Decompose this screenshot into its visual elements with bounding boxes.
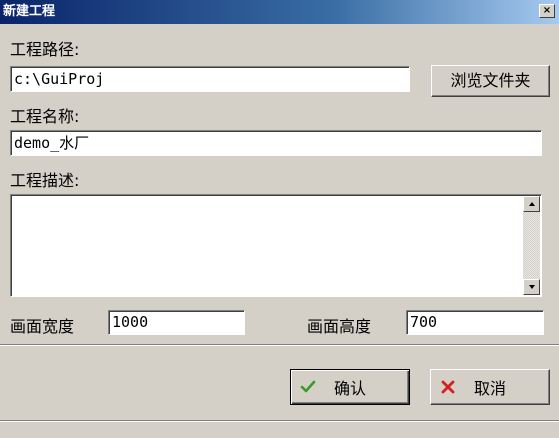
cancel-button[interactable]: 取消 (430, 369, 550, 405)
window-title: 新建工程 (3, 4, 56, 19)
canvas-width-label: 画面宽度 (10, 317, 75, 336)
scroll-down-button[interactable] (523, 279, 540, 295)
browse-folder-label: 浏览文件夹 (450, 71, 531, 90)
canvas-width-input[interactable]: 1000 (108, 310, 245, 335)
project-name-label: 工程名称: (10, 107, 80, 126)
arrow-up-icon (529, 202, 535, 206)
separator (0, 344, 559, 346)
arrow-down-icon (529, 285, 535, 289)
new-project-dialog: 新建工程 × 工程路径: c:\GuiProj 浏览文件夹 工程名称: demo… (0, 0, 559, 438)
confirm-button[interactable]: 确认 (290, 369, 410, 405)
scroll-up-button[interactable] (523, 196, 540, 212)
title-bar[interactable]: 新建工程 × (0, 0, 559, 24)
project-description-label: 工程描述: (10, 171, 80, 190)
browse-folder-button[interactable]: 浏览文件夹 (431, 65, 550, 97)
cancel-label: 取消 (473, 379, 506, 398)
bottom-separator (0, 420, 559, 422)
project-name-input[interactable]: demo_水厂 (10, 130, 542, 156)
description-scrollbar[interactable] (523, 196, 540, 295)
close-icon: × (542, 5, 552, 16)
canvas-height-label: 画面高度 (307, 317, 372, 336)
project-path-label: 工程路径: (10, 40, 80, 59)
project-path-input[interactable]: c:\GuiProj (10, 66, 410, 92)
project-description-textarea[interactable] (10, 194, 542, 297)
close-button[interactable]: × (539, 4, 555, 18)
confirm-label: 确认 (333, 379, 366, 398)
canvas-height-input[interactable]: 700 (406, 310, 544, 335)
